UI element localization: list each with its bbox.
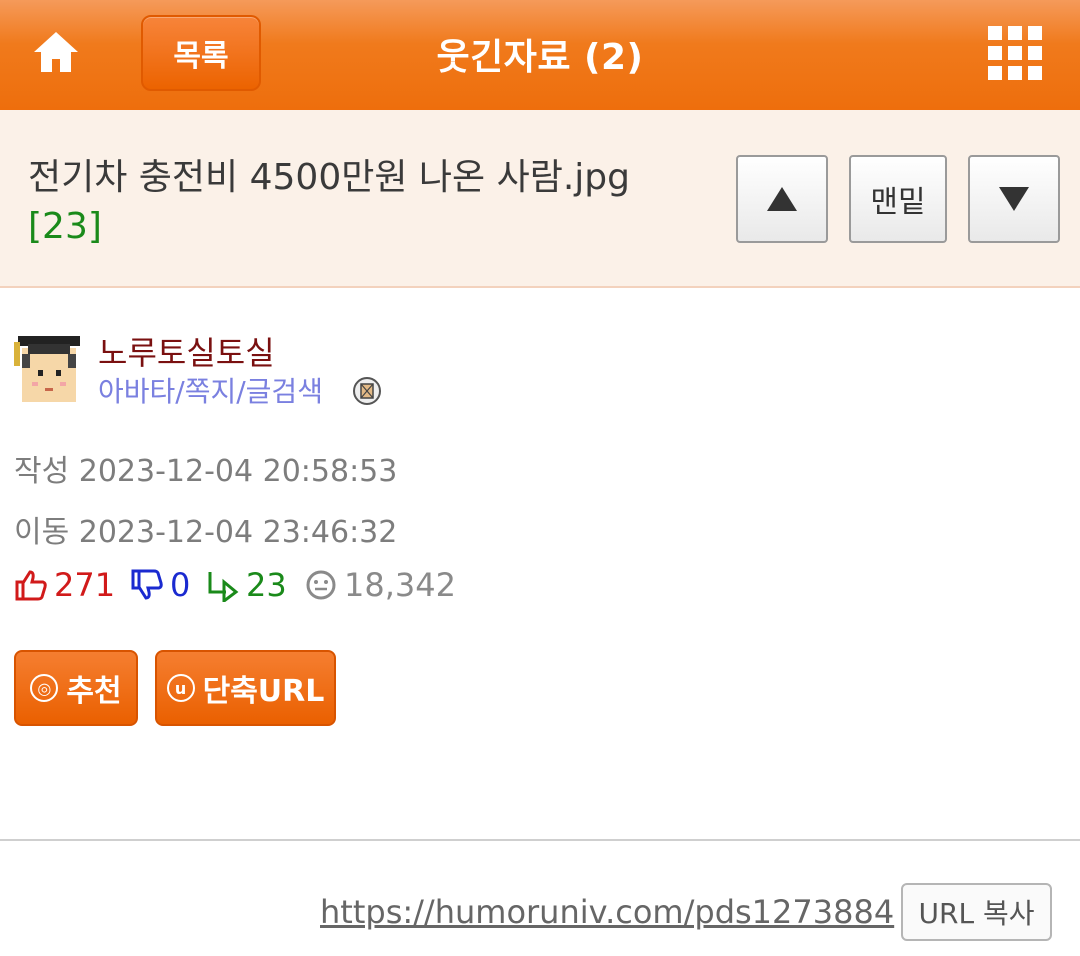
message-icon[interactable] [352,376,382,406]
dislike-stat: 0 [130,566,190,604]
recommend-stat: 271 [14,566,115,604]
home-icon[interactable] [30,26,82,78]
recommend-button[interactable]: ◎ 추천 [14,650,138,726]
arrow-up-icon [767,187,797,211]
thumbs-up-icon [15,570,47,601]
reply-arrow-icon [208,572,239,602]
list-button[interactable]: 목록 [141,15,261,91]
view-count: 18,342 [344,566,456,604]
comment-count[interactable]: [23] [28,206,102,247]
short-url-button-label: 단축URL [202,674,325,709]
short-url-button[interactable]: u 단축URL [155,650,336,726]
avatar[interactable] [14,332,84,404]
scroll-bottom-button[interactable]: 맨밑 [849,155,947,243]
prev-post-button[interactable] [736,155,828,243]
author-links[interactable]: 아바타/쪽지/글검색 [98,370,323,410]
written-date: 작성 2023-12-04 20:58:53 [14,454,398,489]
arrow-down-icon [999,187,1029,211]
copy-url-button[interactable]: URL 복사 [901,883,1052,941]
face-icon [306,570,336,600]
divider [0,839,1080,841]
next-post-button[interactable] [968,155,1060,243]
moved-date: 이동 2023-12-04 23:46:32 [14,515,398,550]
recommend-button-label: 추천 [66,674,122,709]
reply-stat: 23 [206,566,287,604]
dislike-count: 0 [170,566,191,604]
thumbs-down-icon [131,569,163,600]
top-bar: 목록 웃긴자료 (2) [0,0,1080,110]
post-url-link[interactable]: https://humoruniv.com/pds1273884 [320,893,894,931]
post-title: 전기차 충전비 4500만원 나온 사람.jpg [28,157,630,198]
recommend-count: 271 [54,566,116,604]
reply-count: 23 [246,566,287,604]
views-stat: 18,342 [304,566,456,604]
short-url-circle-icon: u [166,674,195,702]
recommend-circle-icon: ◎ [30,674,59,702]
menu-grid-icon[interactable] [986,24,1046,84]
post-title-area: 전기차 충전비 4500만원 나온 사람.jpg [23] 맨밑 [0,110,1080,288]
author-name[interactable]: 노루토실토실 [98,328,275,374]
